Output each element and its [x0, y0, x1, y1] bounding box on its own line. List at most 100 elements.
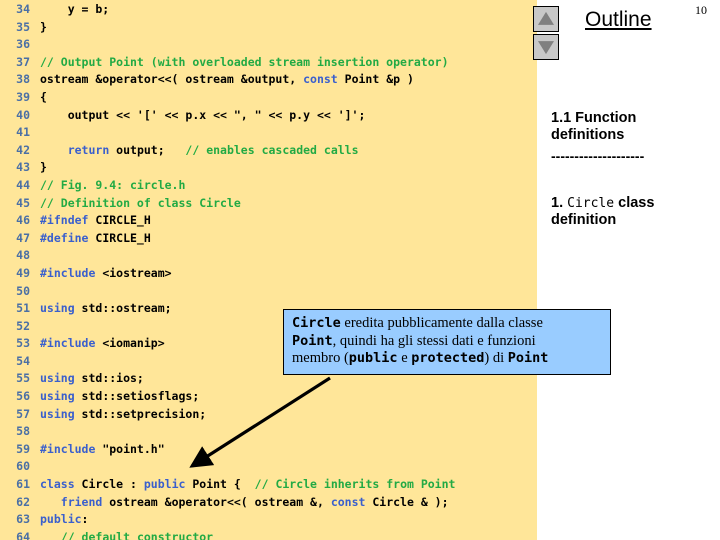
outline-item-circle-class-definition[interactable]: 1. Circle class definition	[551, 195, 713, 229]
code-token: #include	[40, 336, 96, 351]
code-text: #define CIRCLE_H	[30, 230, 151, 248]
code-line: 37 // Output Point (with overloaded strea…	[0, 54, 537, 72]
code-token: public	[40, 512, 82, 527]
code-text: public:	[30, 511, 88, 529]
callout-box: Circle eredita pubblicamente dalla class…	[283, 309, 611, 375]
callout-text-3-pre: membro (	[292, 350, 349, 366]
line-number: 39	[16, 89, 30, 104]
code-line: 45 // Definition of class Circle	[0, 195, 537, 213]
code-token: Circle & );	[365, 494, 449, 509]
line-number: 59	[16, 441, 30, 456]
code-text: using std::setprecision;	[30, 406, 206, 424]
code-token: const	[330, 494, 366, 509]
line-number: 57	[16, 406, 30, 421]
code-text: return output; // enables cascaded calls	[30, 142, 359, 160]
code-text: // Output Point (with overloaded stream …	[30, 54, 449, 72]
code-token: const	[303, 72, 338, 87]
code-text: #include <iostream>	[30, 265, 172, 283]
outline-title: Outline	[585, 8, 652, 31]
line-number: 34	[16, 2, 30, 16]
callout-line-2: Point, quindi ha gli stessi dati e funzi…	[292, 333, 603, 351]
code-text: #include <iomanip>	[30, 335, 165, 353]
line-number: 36	[16, 37, 30, 52]
code-line: 60	[0, 458, 537, 476]
line-number: 64	[16, 529, 30, 540]
line-number: 52	[16, 318, 30, 333]
code-token: #ifndef	[40, 213, 89, 228]
line-number: 62	[16, 494, 30, 509]
code-line: 49 #include <iostream>	[0, 265, 537, 283]
line-number: 46	[16, 213, 30, 228]
line-number: 51	[16, 301, 30, 316]
scroll-down-button[interactable]	[533, 34, 559, 60]
code-text: }	[30, 159, 47, 177]
code-text: #include "point.h"	[30, 441, 165, 459]
callout-line-3: membro (public e protected) di Point	[292, 350, 603, 368]
code-token: friend	[60, 494, 103, 509]
code-token: // Definition of class Circle	[40, 195, 241, 210]
code-text: using std::setiosflags;	[30, 388, 199, 406]
callout-line-1: Circle eredita pubblicamente dalla class…	[292, 315, 603, 333]
code-token: Circle :	[74, 477, 144, 492]
code-line: 34 y = b;	[0, 1, 537, 19]
code-token: // Output Point (with overloaded stream …	[40, 54, 449, 69]
code-token: // Circle inherits from Point	[254, 477, 456, 492]
code-line: 44 // Fig. 9.4: circle.h	[0, 177, 537, 195]
line-number: 42	[16, 142, 30, 157]
code-line: 56 using std::setiosflags;	[0, 388, 537, 406]
code-token: Point &p )	[337, 72, 414, 87]
line-number: 38	[16, 72, 30, 87]
code-text: using std::ios;	[30, 370, 144, 388]
code-token: // enables cascaded calls	[185, 142, 359, 157]
line-number: 37	[16, 54, 30, 69]
line-number: 56	[16, 389, 30, 404]
code-text: ostream &operator<<( ostream &output, co…	[30, 71, 414, 89]
outline-item-number: 1.	[551, 195, 564, 211]
code-text: // Fig. 9.4: circle.h	[30, 177, 185, 195]
line-number: 53	[16, 336, 30, 351]
code-token: using	[40, 301, 75, 316]
outline-item-code-term: Circle	[567, 196, 615, 211]
code-line: 50	[0, 283, 537, 301]
code-text: #ifndef CIRCLE_H	[30, 212, 151, 230]
line-number: 44	[16, 177, 30, 192]
callout-code-point-1: Point	[292, 332, 333, 349]
code-token: <iomanip>	[95, 336, 165, 351]
code-token: output;	[109, 142, 186, 157]
code-token: return	[67, 142, 110, 157]
code-text: {	[30, 89, 47, 107]
line-number: 60	[16, 459, 30, 474]
line-number: 40	[16, 107, 30, 122]
code-line: 36	[0, 36, 537, 54]
code-line: 62 friend ostream &operator<<( ostream &…	[0, 494, 537, 512]
code-token: CIRCLE_H	[88, 213, 151, 228]
code-text: }	[30, 19, 47, 37]
code-line: 58	[0, 423, 537, 441]
callout-code-circle: Circle	[292, 315, 341, 331]
callout-text-3-post: ) di	[484, 350, 508, 366]
scroll-up-button[interactable]	[533, 6, 559, 32]
line-number: 58	[16, 424, 30, 439]
code-line: 57 using std::setprecision;	[0, 406, 537, 424]
code-text: using std::ostream;	[30, 300, 172, 318]
line-number: 61	[16, 477, 30, 492]
code-line: 63 public:	[0, 511, 537, 529]
code-token: "point.h"	[95, 441, 165, 456]
code-token: output << '[' << p.x << ", " << p.y << '…	[40, 107, 366, 122]
code-token: Point {	[185, 477, 255, 492]
line-number: 35	[16, 19, 30, 34]
code-token: <iostream>	[95, 265, 172, 280]
callout-code-point-2: Point	[507, 350, 549, 366]
code-line: 46 #ifndef CIRCLE_H	[0, 212, 537, 230]
triangle-down-icon	[538, 41, 554, 55]
outline-panel: Outline 10 1.1 Function definitions ----…	[537, 0, 720, 540]
code-token: std::ostream;	[74, 301, 172, 316]
callout-text-2: , quindi ha gli stessi dati e funzioni	[332, 332, 536, 349]
code-text: output << '[' << p.x << ", " << p.y << '…	[30, 107, 366, 125]
outline-item-function-definitions[interactable]: 1.1 Function definitions	[551, 110, 713, 144]
line-number: 45	[16, 195, 30, 210]
code-line: 48	[0, 247, 537, 265]
line-number: 43	[16, 160, 30, 175]
